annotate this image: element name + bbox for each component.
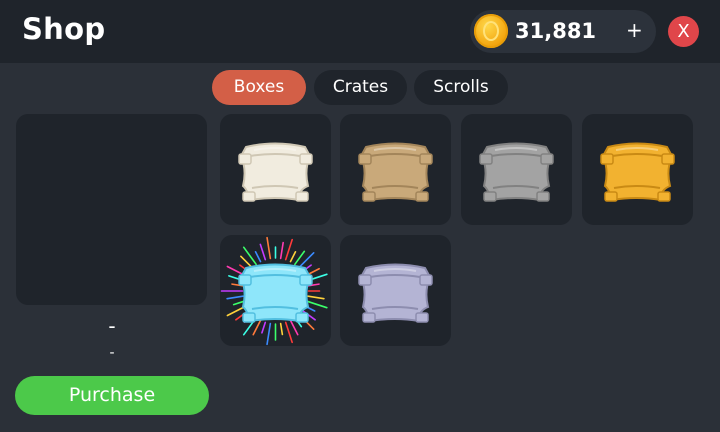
shop-item-brown-box[interactable] <box>340 114 451 225</box>
page-title: Shop <box>22 12 106 46</box>
coin-amount: 31,881 <box>515 19 597 43</box>
preview-item-price: - <box>109 345 115 361</box>
tab-boxes[interactable]: Boxes <box>212 70 306 105</box>
coin-icon <box>474 14 508 48</box>
purchase-button[interactable]: Purchase <box>15 376 209 415</box>
silver-box-icon <box>358 263 433 323</box>
preview-item-name: - <box>108 314 116 338</box>
tab-crates[interactable]: Crates <box>314 70 407 105</box>
header-bar: Shop 31,881 + X <box>0 0 720 63</box>
white-box-icon <box>238 142 313 202</box>
close-button[interactable]: X <box>668 16 699 47</box>
shop-item-white-box[interactable] <box>220 114 331 225</box>
diamond-box-icon <box>220 236 328 346</box>
gray-box-icon <box>479 142 554 202</box>
shop-item-silver-box[interactable] <box>340 235 451 346</box>
shop-item-gray-box[interactable] <box>461 114 572 225</box>
coin-balance[interactable]: 31,881 + <box>470 10 656 53</box>
tab-bar: Boxes Crates Scrolls <box>0 70 720 106</box>
gold-box-icon <box>600 142 675 202</box>
item-preview <box>16 114 207 305</box>
shop-item-gold-box[interactable] <box>582 114 693 225</box>
shop-item-diamond-box[interactable] <box>220 235 331 346</box>
add-coins-button[interactable]: + <box>626 18 643 42</box>
tab-scrolls[interactable]: Scrolls <box>414 70 508 105</box>
brown-box-icon <box>358 142 433 202</box>
